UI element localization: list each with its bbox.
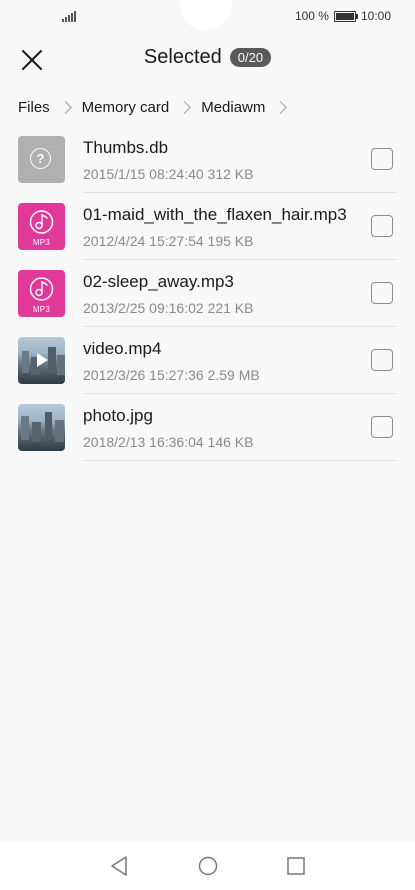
music-file-icon: MP3 bbox=[18, 203, 65, 250]
divider bbox=[83, 460, 397, 461]
list-item[interactable]: ? Thumbs.db 2015/1/15 08:24:40 312 KB bbox=[0, 126, 415, 193]
select-checkbox[interactable] bbox=[371, 349, 393, 371]
chevron-right-icon bbox=[58, 100, 72, 114]
select-checkbox[interactable] bbox=[371, 148, 393, 170]
file-meta: 2018/2/13 16:36:04 146 KB bbox=[83, 434, 254, 450]
list-item[interactable]: photo.jpg 2018/2/13 16:36:04 146 KB bbox=[0, 394, 415, 461]
breadcrumb-mediawm[interactable]: Mediawm bbox=[201, 99, 265, 116]
video-thumbnail bbox=[18, 337, 65, 384]
recents-square-icon bbox=[287, 857, 305, 875]
home-circle-icon bbox=[198, 856, 218, 876]
status-bar: 100 % 10:00 bbox=[0, 0, 415, 32]
title-group: Selected 0/20 bbox=[0, 46, 415, 69]
file-meta: 2013/2/25 09:16:02 221 KB bbox=[83, 300, 254, 316]
photo-thumbnail bbox=[18, 404, 65, 451]
file-type-label: MP3 bbox=[32, 305, 51, 314]
battery-percent: 100 % bbox=[294, 9, 329, 23]
back-triangle-icon bbox=[111, 856, 127, 876]
file-list: ? Thumbs.db 2015/1/15 08:24:40 312 KB MP… bbox=[0, 126, 415, 461]
list-item[interactable]: MP3 02-sleep_away.mp3 2013/2/25 09:16:02… bbox=[0, 260, 415, 327]
signal-strength-icon bbox=[62, 10, 76, 22]
page-title: Selected bbox=[143, 46, 222, 68]
home-button[interactable] bbox=[196, 854, 220, 878]
play-icon bbox=[37, 353, 48, 367]
file-type-label: MP3 bbox=[32, 238, 51, 247]
file-meta: 2015/1/15 08:24:40 312 KB bbox=[83, 166, 254, 182]
file-name: Thumbs.db bbox=[83, 138, 169, 157]
camera-notch bbox=[180, 0, 232, 30]
chevron-right-icon bbox=[178, 100, 192, 114]
file-name: 02-sleep_away.mp3 bbox=[83, 272, 234, 291]
list-item[interactable]: video.mp4 2012/3/26 15:27:36 2.59 MB bbox=[0, 327, 415, 394]
music-file-icon: MP3 bbox=[18, 270, 65, 317]
file-name: video.mp4 bbox=[83, 339, 162, 358]
breadcrumb: Files Memory card Mediawm bbox=[18, 96, 297, 118]
navigation-bar bbox=[0, 842, 415, 890]
select-checkbox[interactable] bbox=[371, 215, 393, 237]
breadcrumb-files[interactable]: Files bbox=[18, 99, 50, 116]
select-checkbox[interactable] bbox=[371, 416, 393, 438]
file-meta: 2012/3/26 15:27:36 2.59 MB bbox=[83, 367, 260, 383]
breadcrumb-memory-card[interactable]: Memory card bbox=[82, 99, 170, 116]
back-button[interactable] bbox=[107, 854, 131, 878]
battery-icon bbox=[333, 10, 358, 22]
status-right: 100 % 10:00 bbox=[295, 9, 391, 23]
recents-button[interactable] bbox=[284, 854, 308, 878]
unknown-file-icon: ? bbox=[18, 136, 65, 183]
file-name: photo.jpg bbox=[83, 406, 153, 425]
header: Selected 0/20 bbox=[0, 32, 415, 88]
clock: 10:00 bbox=[360, 9, 391, 23]
list-item[interactable]: MP3 01-maid_with_the_flaxen_hair.mp3 201… bbox=[0, 193, 415, 260]
chevron-right-icon bbox=[274, 100, 288, 114]
file-name: 01-maid_with_the_flaxen_hair.mp3 bbox=[83, 205, 347, 224]
select-checkbox[interactable] bbox=[371, 282, 393, 304]
selection-count-badge: 0/20 bbox=[229, 48, 272, 67]
file-meta: 2012/4/24 15:27:54 195 KB bbox=[83, 233, 254, 249]
